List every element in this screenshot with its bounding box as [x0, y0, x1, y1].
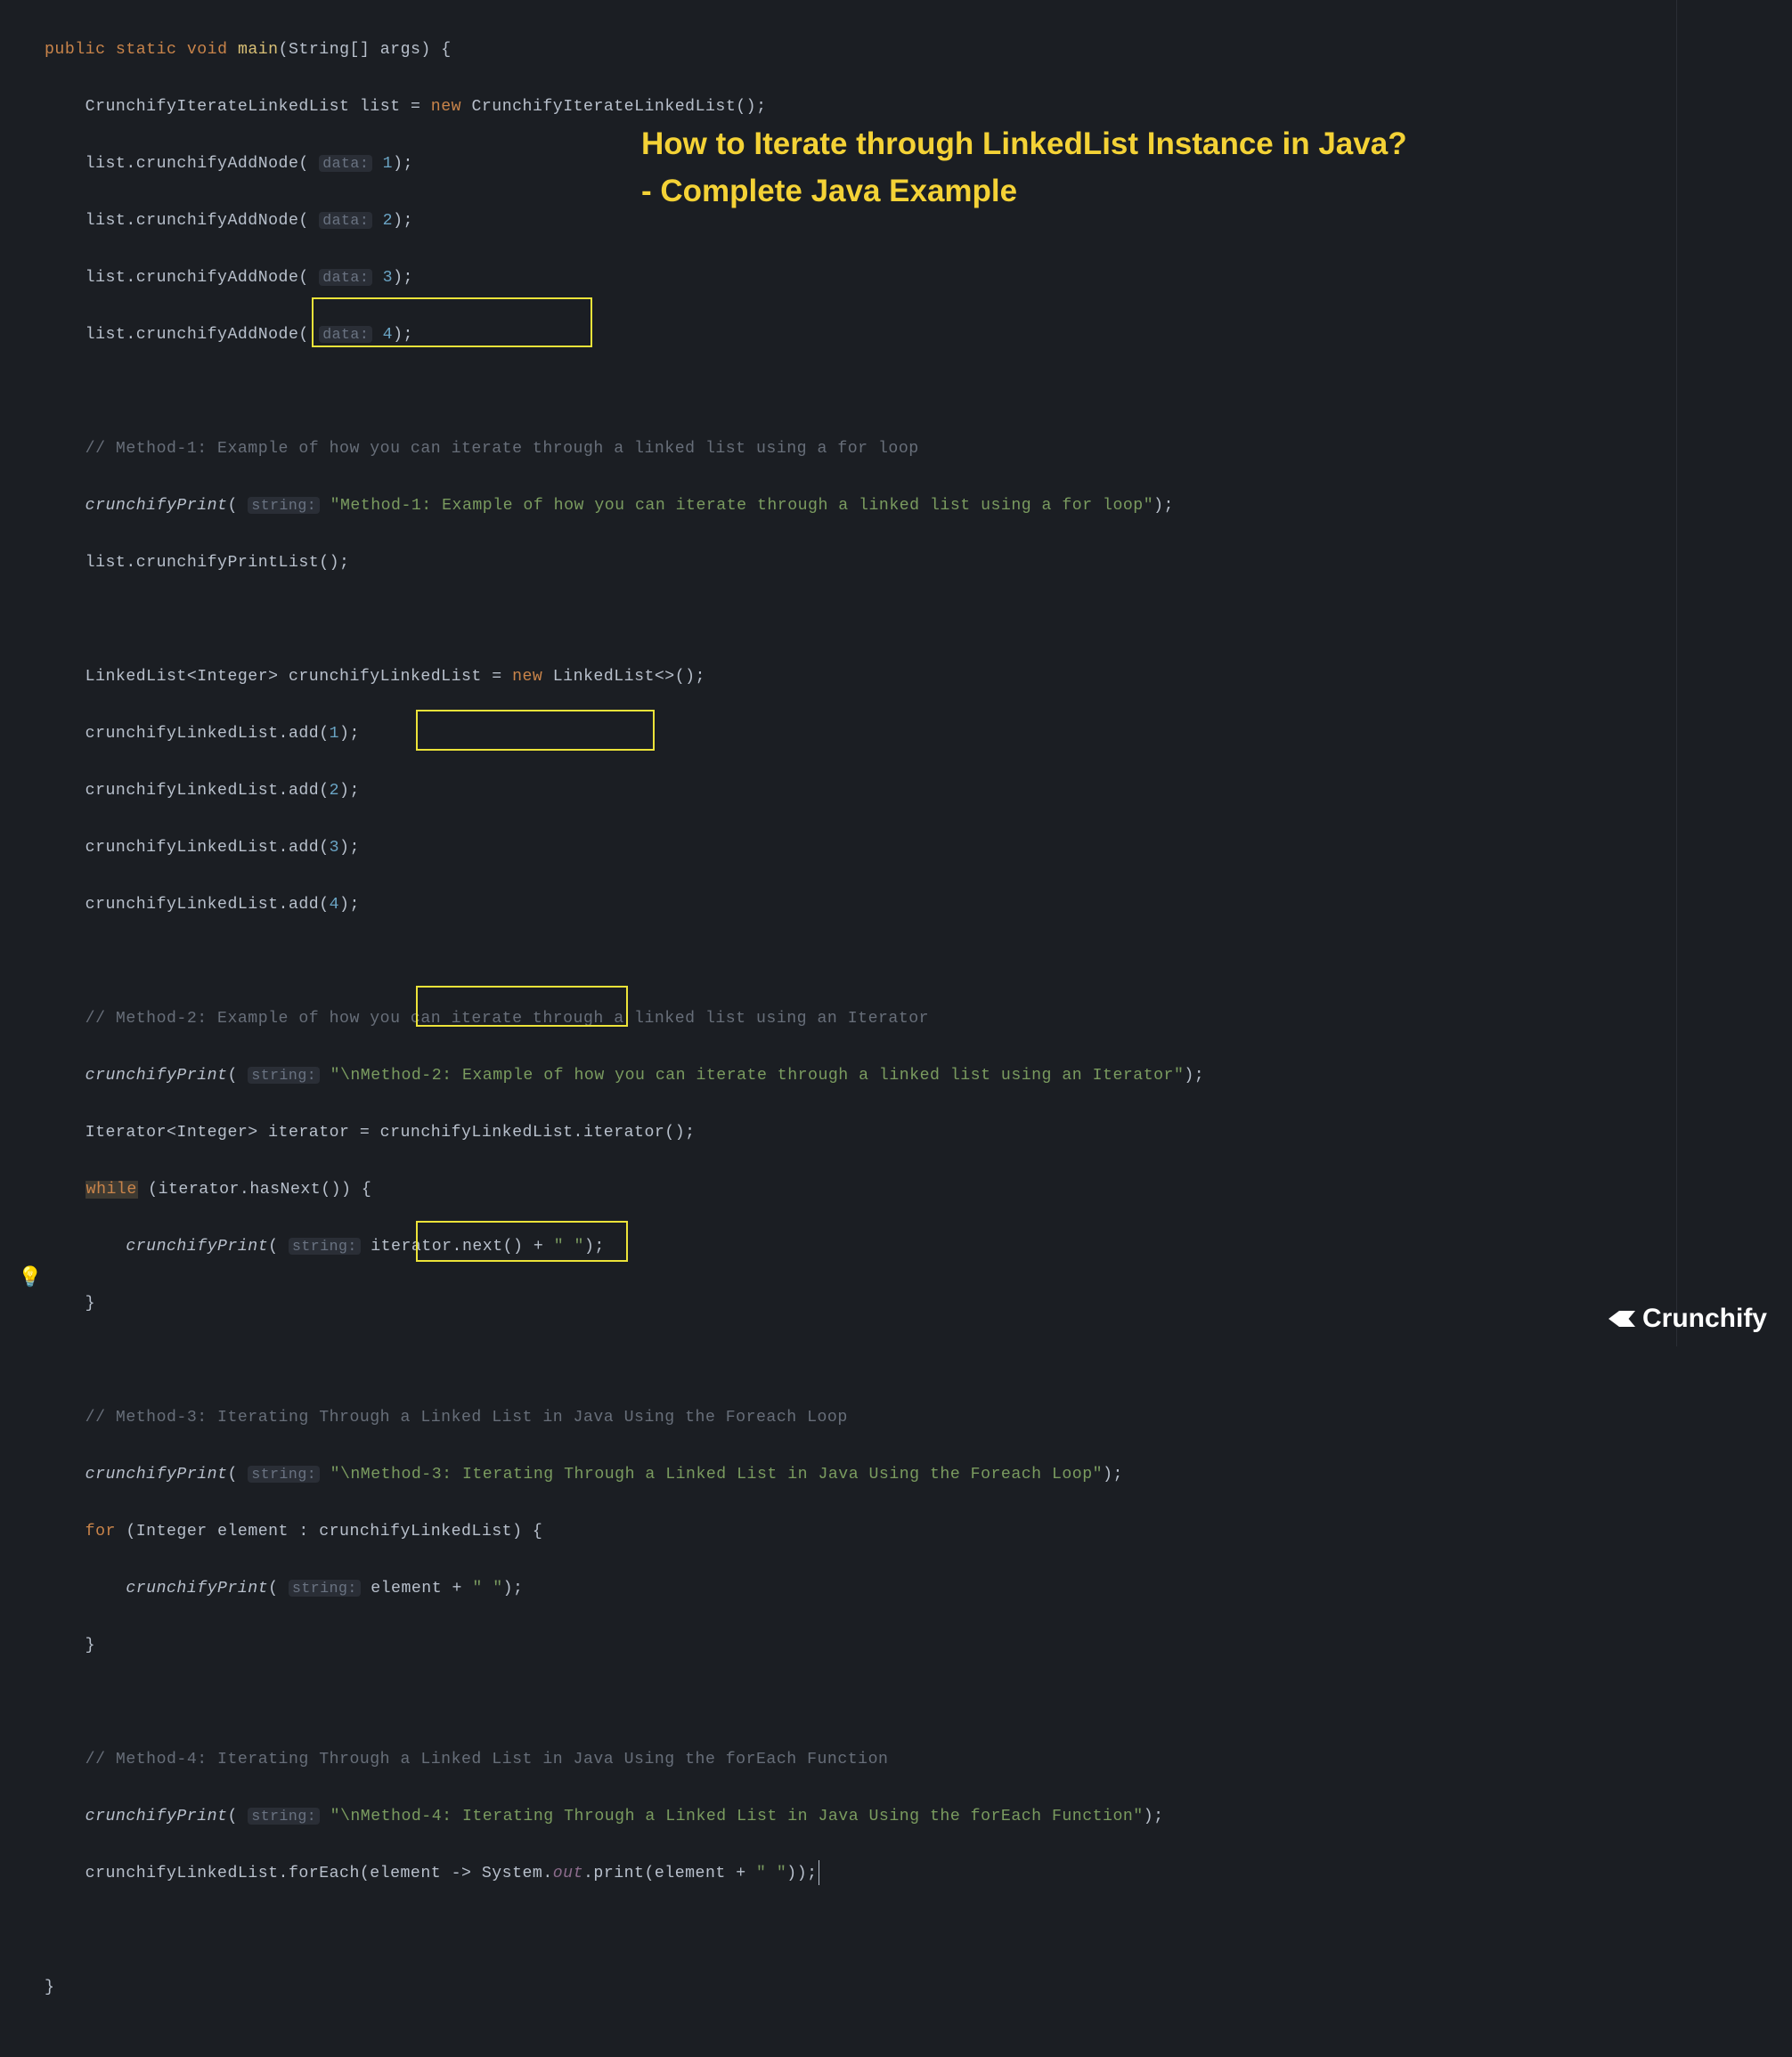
param-hint: string: [289, 1580, 361, 1597]
param-hint: string: [289, 1238, 361, 1255]
string-literal: "Method-1: Example of how you can iterat… [330, 497, 1154, 515]
call: crunchifyPrint [86, 497, 228, 515]
params: String[] args [289, 41, 420, 59]
keyword-public: public [45, 41, 106, 59]
keyword-for: for [86, 1523, 116, 1541]
param-hint: data: [319, 269, 372, 286]
code-line[interactable]: crunchifyLinkedList.add(3); [45, 828, 1774, 867]
param-hint: data: [319, 326, 372, 343]
ctor: CrunchifyIterateLinkedList() [471, 98, 756, 116]
code-editor[interactable]: public static void main(String[] args) {… [45, 12, 1774, 2025]
code-line[interactable] [45, 372, 1774, 411]
code-line[interactable] [45, 1683, 1774, 1722]
code-line[interactable]: crunchifyPrint( string: "Method-1: Examp… [45, 486, 1774, 525]
code-line[interactable]: public static void main(String[] args) { [45, 30, 1774, 69]
code-line[interactable]: } [45, 1284, 1774, 1323]
overlay-title: How to Iterate through LinkedList Instan… [641, 121, 1407, 215]
code-line[interactable] [45, 1911, 1774, 1950]
overlay-line1: How to Iterate through LinkedList Instan… [641, 121, 1407, 168]
string-literal: "\nMethod-4: Iterating Through a Linked … [330, 1808, 1144, 1825]
code-line[interactable]: crunchifyLinkedList.forEach(element -> S… [45, 1854, 1774, 1893]
code-line[interactable] [45, 600, 1774, 639]
code-line[interactable]: // Method-2: Example of how you can iter… [45, 999, 1774, 1038]
code-line[interactable]: crunchifyPrint( string: "\nMethod-2: Exa… [45, 1056, 1774, 1095]
code-line[interactable]: while (iterator.hasNext()) { [45, 1170, 1774, 1209]
code-line[interactable]: list.crunchifyAddNode( data: 3); [45, 258, 1774, 297]
overlay-line2: - Complete Java Example [641, 168, 1407, 215]
code-line[interactable]: crunchifyPrint( string: "\nMethod-4: Ite… [45, 1797, 1774, 1836]
string-literal: "\nMethod-3: Iterating Through a Linked … [330, 1466, 1104, 1484]
param-hint: string: [248, 1067, 320, 1084]
param-hint: data: [319, 212, 372, 229]
code-line[interactable]: } [45, 1626, 1774, 1665]
keyword-new: new [431, 98, 461, 116]
code-line[interactable]: list.crunchifyPrintList(); [45, 543, 1774, 582]
param-hint: string: [248, 497, 320, 514]
code-line[interactable]: crunchifyLinkedList.add(2); [45, 771, 1774, 810]
field-out: out [553, 1865, 583, 1882]
code-line[interactable] [45, 1341, 1774, 1380]
code-line[interactable]: // Method-1: Example of how you can iter… [45, 429, 1774, 468]
comment: // Method-1: Example of how you can iter… [86, 440, 919, 458]
code-line[interactable]: LinkedList<Integer> crunchifyLinkedList … [45, 657, 1774, 696]
lightbulb-icon[interactable]: 💡 [18, 1266, 42, 1289]
code-line[interactable]: // Method-3: Iterating Through a Linked … [45, 1398, 1774, 1437]
code-line[interactable]: Iterator<Integer> iterator = crunchifyLi… [45, 1113, 1774, 1152]
crunchify-logo-icon [1609, 1305, 1635, 1332]
keyword-void: void [187, 41, 228, 59]
code-line[interactable]: crunchifyLinkedList.add(4); [45, 885, 1774, 924]
type: CrunchifyIterateLinkedList [86, 98, 350, 116]
param-hint: string: [248, 1808, 320, 1825]
code-line[interactable]: } [45, 1968, 1774, 2007]
comment: // Method-2: Example of how you can iter… [86, 1010, 929, 1028]
crunchify-logo-text: Crunchify [1642, 1304, 1767, 1334]
code-line[interactable] [45, 942, 1774, 981]
param-hint: string: [248, 1466, 320, 1483]
keyword-while: while [86, 1181, 138, 1199]
comment: // Method-3: Iterating Through a Linked … [86, 1409, 848, 1427]
keyword-static: static [116, 41, 177, 59]
crunchify-logo: Crunchify [1609, 1304, 1767, 1334]
code-line[interactable]: crunchifyPrint( string: element + " "); [45, 1569, 1774, 1608]
code-line[interactable]: crunchifyLinkedList.add(1); [45, 714, 1774, 753]
code-line[interactable]: // Method-4: Iterating Through a Linked … [45, 1740, 1774, 1779]
code-line[interactable]: crunchifyPrint( string: iterator.next() … [45, 1227, 1774, 1266]
comment: // Method-4: Iterating Through a Linked … [86, 1751, 889, 1768]
code-line[interactable]: list.crunchifyAddNode( data: 4); [45, 315, 1774, 354]
code-line[interactable]: crunchifyPrint( string: "\nMethod-3: Ite… [45, 1455, 1774, 1494]
var: list [360, 98, 401, 116]
code-line[interactable]: for (Integer element : crunchifyLinkedLi… [45, 1512, 1774, 1551]
method-main: main [238, 41, 279, 59]
param-hint: data: [319, 155, 372, 172]
string-literal: "\nMethod-2: Example of how you can iter… [330, 1067, 1185, 1085]
